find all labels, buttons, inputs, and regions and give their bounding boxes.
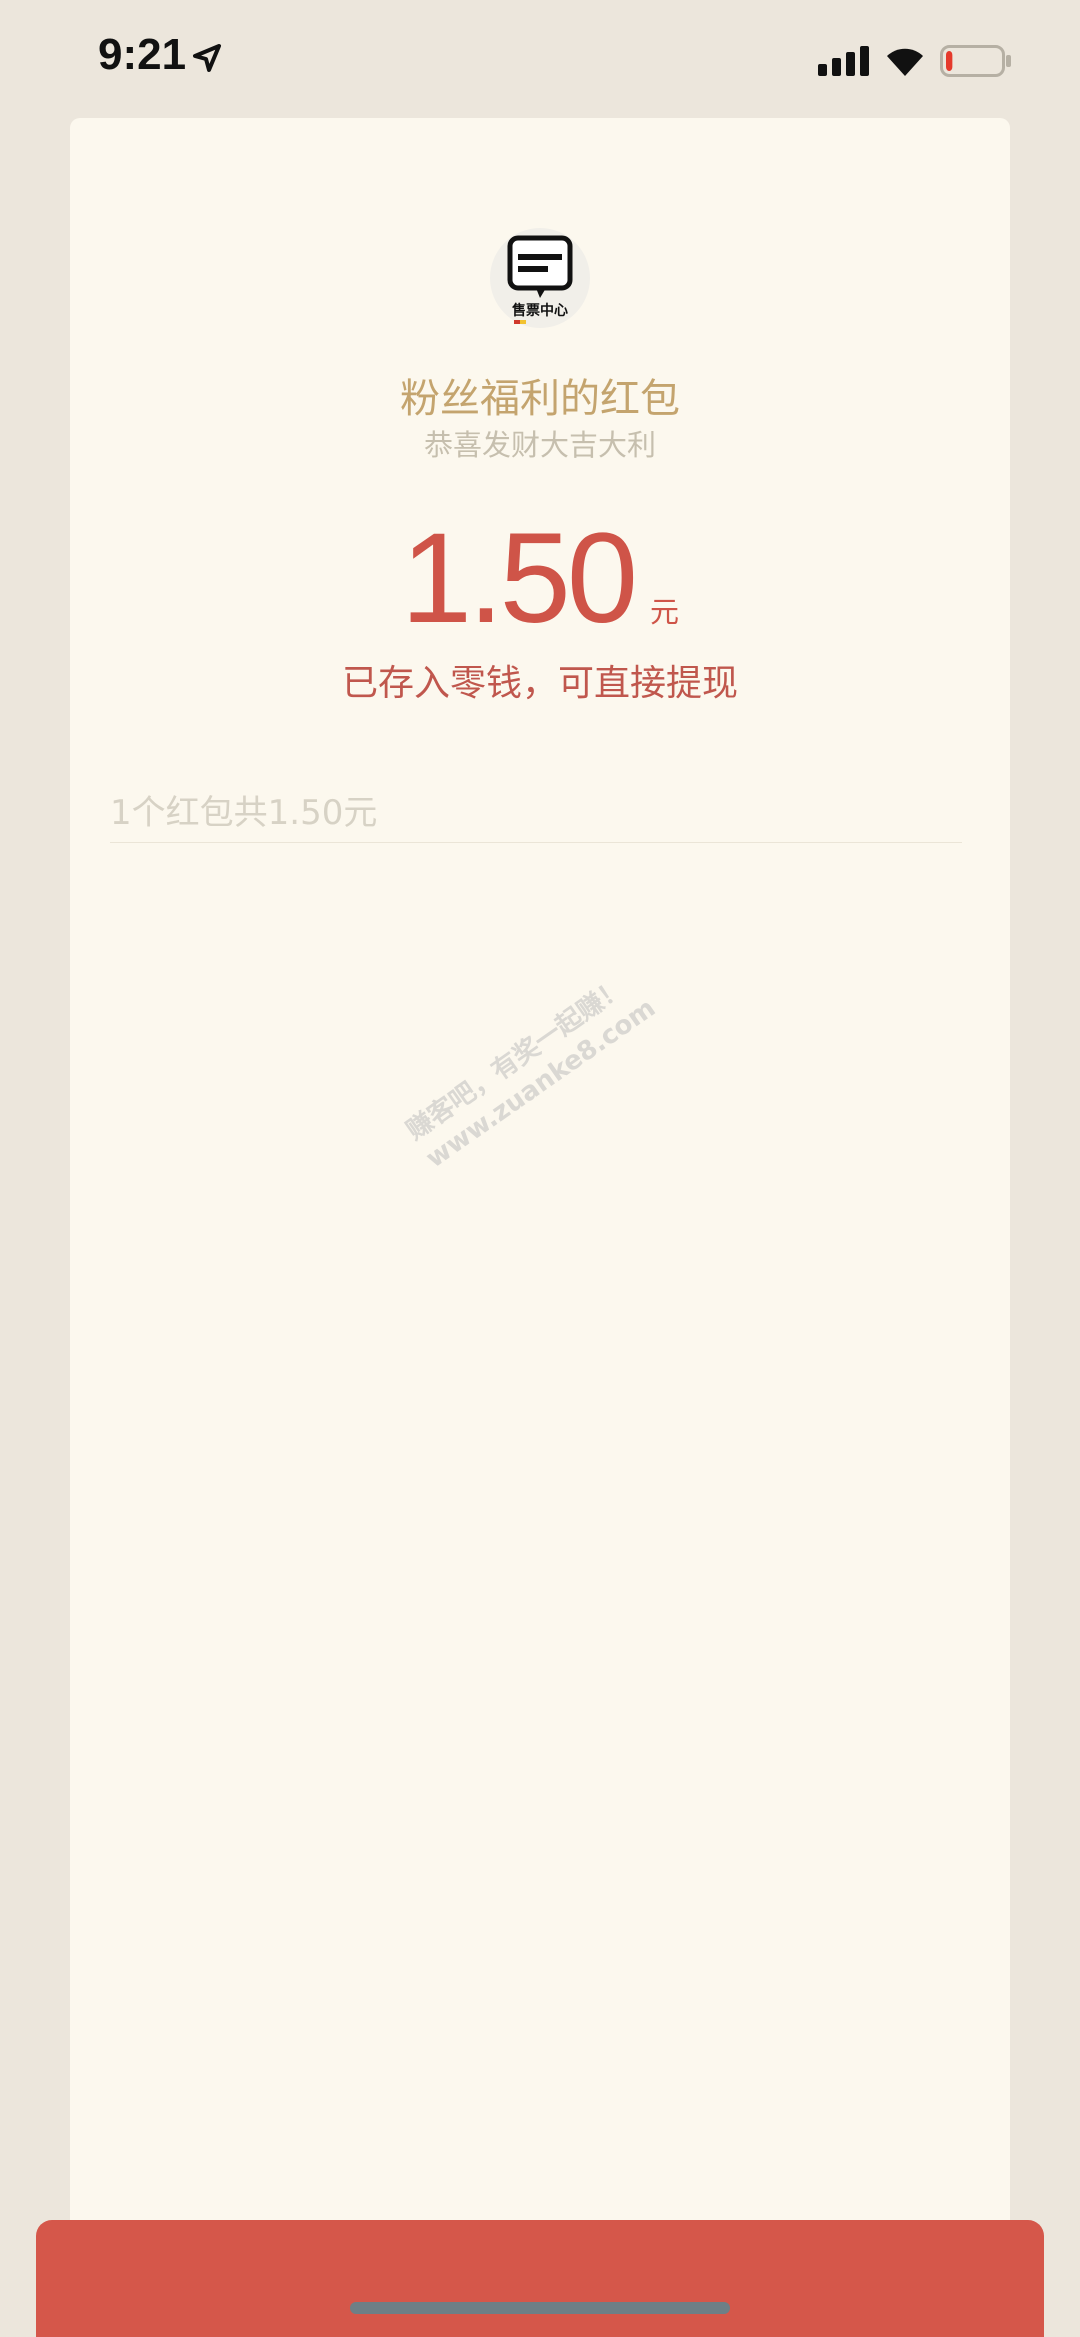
amount-unit: 元 [650,595,680,629]
wifi-icon [887,48,923,76]
greeting: 恭喜发财大吉大利 [423,428,656,462]
status-bar: 9:21 [0,0,1080,120]
avatar-label: 售票中心 [512,303,568,319]
packet-summary: 1个红包共1.50元 [110,793,378,833]
avatar[interactable]: 售票中心 [490,228,590,328]
battery-icon [940,45,1011,77]
status-time: 9:21 [98,30,187,79]
red-packet-footer [36,2220,1044,2337]
sender-name: 粉丝福利的红包 [400,376,680,422]
amount-row: 1.50 元 [0,505,1080,652]
divider [110,842,962,843]
amount-value: 1.50 [400,507,638,650]
cellular-signal-icon [818,46,869,76]
home-indicator[interactable] [350,2302,730,2314]
location-arrow-icon [193,44,221,72]
deposit-note[interactable]: 已存入零钱，可直接提现 [0,654,1080,706]
